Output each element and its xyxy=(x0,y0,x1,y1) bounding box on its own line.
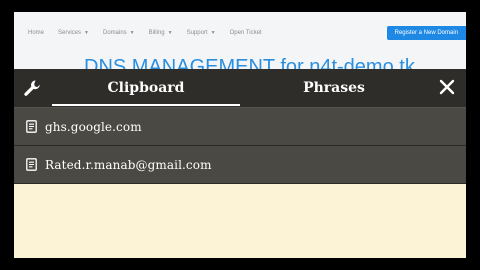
nav-home[interactable]: Home xyxy=(28,30,44,36)
nav-support[interactable]: Support ▼ xyxy=(187,30,216,36)
active-tab-indicator xyxy=(52,104,240,106)
caret-down-icon: ▼ xyxy=(84,30,89,36)
screen: Home Services ▼ Domains ▼ Billing ▼ Support… xyxy=(14,12,466,258)
clipboard-panel: Clipboard Phrases ghs.google.com Rated.r… xyxy=(14,69,466,258)
wrench-icon[interactable] xyxy=(22,78,42,98)
caret-down-icon: ▼ xyxy=(129,30,135,36)
clipboard-item-text: ghs.google.com xyxy=(45,119,142,134)
caret-down-icon: ▼ xyxy=(167,30,173,36)
caret-down-icon: ▼ xyxy=(210,30,216,36)
register-domain-button[interactable]: Register a New Domain xyxy=(386,26,466,40)
document-icon xyxy=(26,158,37,171)
clipboard-item[interactable]: ghs.google.com xyxy=(14,108,466,146)
nav-billing[interactable]: Billing ▼ xyxy=(149,30,173,36)
tab-phrases[interactable]: Phrases xyxy=(240,69,428,107)
nav-open-ticket[interactable]: Open Ticket xyxy=(230,30,262,36)
close-icon[interactable] xyxy=(437,77,457,97)
clipboard-tabbar: Clipboard Phrases xyxy=(14,69,466,108)
document-icon xyxy=(26,120,37,133)
nav-domains[interactable]: Domains ▼ xyxy=(103,30,135,36)
clipboard-item-text: Rated.r.manab@gmail.com xyxy=(45,157,212,172)
clipboard-item[interactable]: Rated.r.manab@gmail.com xyxy=(14,146,466,184)
nav-services[interactable]: Services ▼ xyxy=(58,30,89,36)
tab-clipboard[interactable]: Clipboard xyxy=(52,69,240,107)
